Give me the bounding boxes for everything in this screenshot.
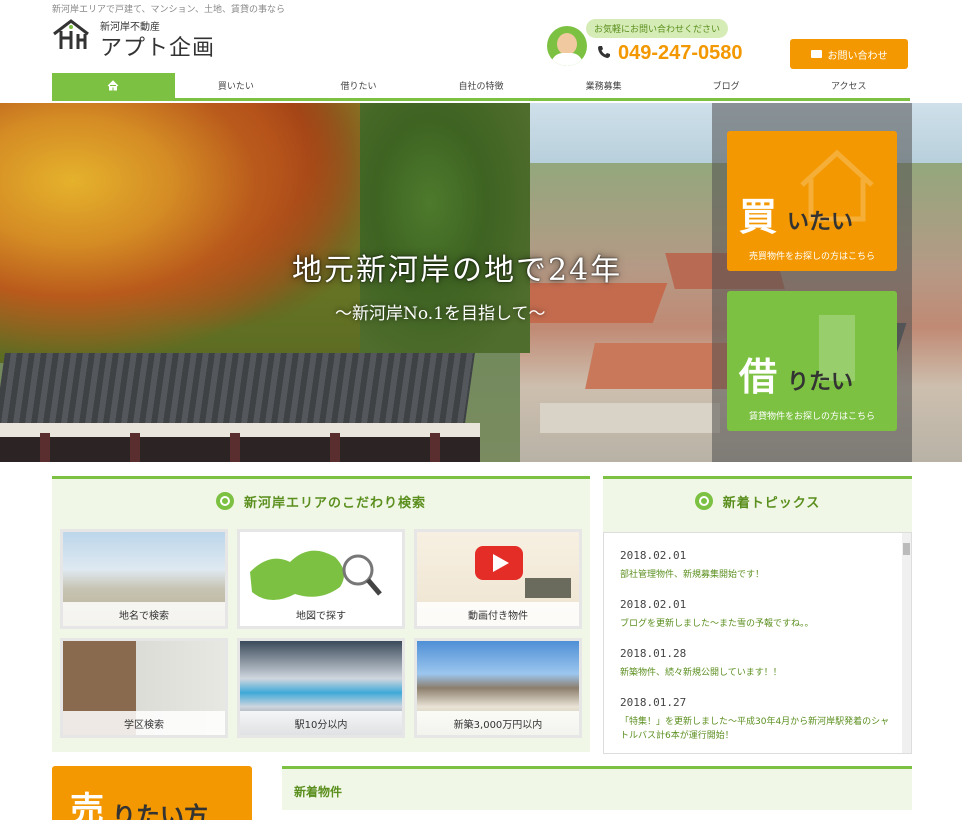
search-tile-place-name[interactable]: 地名で検索 bbox=[60, 529, 228, 629]
tile-label: 学区検索 bbox=[63, 711, 225, 735]
staff-avatar bbox=[547, 26, 587, 66]
megaphone-icon bbox=[694, 492, 713, 510]
site-logo[interactable]: 新河岸不動産 アプト企画 bbox=[52, 18, 214, 61]
search-tile-video[interactable]: 動画付き物件 bbox=[414, 529, 582, 629]
topic-text[interactable]: ブログを更新しました～また雪の予報ですね。。 bbox=[620, 617, 895, 631]
house-logo-icon bbox=[53, 19, 89, 49]
nav-rent[interactable]: 借りたい bbox=[297, 73, 420, 98]
main-nav: 買いたい 借りたい 自社の特徴 業務募集 ブログ アクセス bbox=[52, 73, 910, 101]
topic-text[interactable]: 部社管理物件、新規募集開始です！ bbox=[620, 568, 895, 582]
hero-gate-roof bbox=[0, 353, 475, 423]
list-item[interactable]: 2018.02.01 ブログを更新しました～また雪の予報ですね。。 bbox=[604, 598, 911, 631]
hero-title: 地元新河岸の地で24年 bbox=[292, 253, 623, 288]
topic-text[interactable]: 新築物件、続々新規公開しています！！ bbox=[620, 666, 895, 680]
tile-label: 地図で探す bbox=[240, 602, 402, 626]
tile-label: 動画付き物件 bbox=[417, 602, 579, 626]
topic-date: 2018.02.01 bbox=[620, 549, 687, 562]
mail-icon bbox=[810, 50, 822, 58]
contact-button[interactable]: お問い合わせ bbox=[790, 39, 908, 69]
contact-button-label: お問い合わせ bbox=[827, 50, 888, 62]
hero-subtitle: ～新河岸No.1を目指して～ bbox=[335, 304, 546, 324]
rent-cta-note: 賃貸物件をお探しの方はこちら bbox=[748, 412, 875, 422]
news-topics-list[interactable]: 2018.02.01 部社管理物件、新規募集開始です！ 2018.02.01 ブ… bbox=[603, 532, 912, 754]
new-properties-title: 新着物件 bbox=[294, 785, 343, 799]
sell-cta-label: りたい方 bbox=[112, 802, 208, 820]
list-item[interactable]: 2018.01.27 「特集！」を更新しました～平成30年4月から新河岸駅発着の… bbox=[604, 696, 911, 743]
news-topics-title: 新着トピックス bbox=[722, 495, 821, 511]
area-search-title: 新河岸エリアのこだわり検索 bbox=[243, 495, 426, 511]
scroll-thumb[interactable] bbox=[903, 543, 910, 555]
topic-text[interactable]: 「特集！」を更新しました～平成30年4月から新河岸駅発着のシャトルバス計6本が運… bbox=[620, 715, 895, 743]
new-properties-section: 新着物件 bbox=[282, 766, 912, 810]
sell-cta-kanji: 売 bbox=[70, 790, 104, 820]
hero-autumn-trees bbox=[0, 103, 360, 363]
buy-cta-note: 売買物件をお探しの方はこちら bbox=[748, 252, 875, 262]
search-tile-new-build[interactable]: 新築3,000万円以内 bbox=[414, 638, 582, 738]
topic-date: 2018.01.27 bbox=[620, 696, 687, 709]
news-topics-section: 新着トピックス 2018.02.01 部社管理物件、新規募集開始です！ 2018… bbox=[603, 476, 912, 754]
tile-label: 地名で検索 bbox=[63, 602, 225, 626]
list-item[interactable]: 2018.01.28 新築物件、続々新規公開しています！！ bbox=[604, 647, 911, 680]
topics-scrollbar[interactable] bbox=[902, 533, 911, 753]
search-tile-school-district[interactable]: 学区検索 bbox=[60, 638, 228, 738]
buy-cta-kanji: 買 bbox=[739, 195, 778, 239]
phone-number[interactable]: 049-247-0580 bbox=[618, 42, 743, 65]
search-icon bbox=[215, 492, 234, 510]
nav-features[interactable]: 自社の特徴 bbox=[420, 73, 543, 98]
buy-cta-label: いたい bbox=[787, 210, 854, 235]
rent-cta-button[interactable]: 借 りたい 賃貸物件をお探しの方はこちら bbox=[727, 291, 897, 431]
nav-home[interactable] bbox=[52, 73, 175, 98]
logo-title: アプト企画 bbox=[100, 36, 216, 61]
home-icon bbox=[107, 80, 119, 91]
topic-date: 2018.01.28 bbox=[620, 647, 687, 660]
rent-cta-label: りたい bbox=[787, 370, 854, 395]
nav-buy[interactable]: 買いたい bbox=[175, 73, 298, 98]
site-tagline: 新河岸エリアで戸建て、マンション、土地、賃貸の事なら bbox=[52, 5, 286, 15]
nav-access[interactable]: アクセス bbox=[787, 73, 910, 98]
phone-icon bbox=[598, 46, 610, 58]
contact-bubble: お気軽にお問い合わせください bbox=[586, 19, 729, 38]
sell-cta-button[interactable]: 売 りたい方 bbox=[52, 766, 252, 820]
tile-label: 駅10分以内 bbox=[240, 711, 402, 735]
topic-date: 2018.02.01 bbox=[620, 598, 687, 611]
nav-blog[interactable]: ブログ bbox=[665, 73, 788, 98]
list-item[interactable]: 2018.02.01 部社管理物件、新規募集開始です！ bbox=[604, 549, 911, 582]
rent-cta-kanji: 借 bbox=[739, 355, 778, 399]
nav-recruit[interactable]: 業務募集 bbox=[542, 73, 665, 98]
tile-label: 新築3,000万円以内 bbox=[417, 711, 579, 735]
search-tile-station-10min[interactable]: 駅10分以内 bbox=[237, 638, 405, 738]
buy-cta-button[interactable]: 買 いたい 売買物件をお探しの方はこちら bbox=[727, 131, 897, 271]
search-tile-map[interactable]: 地図で探す bbox=[237, 529, 405, 629]
